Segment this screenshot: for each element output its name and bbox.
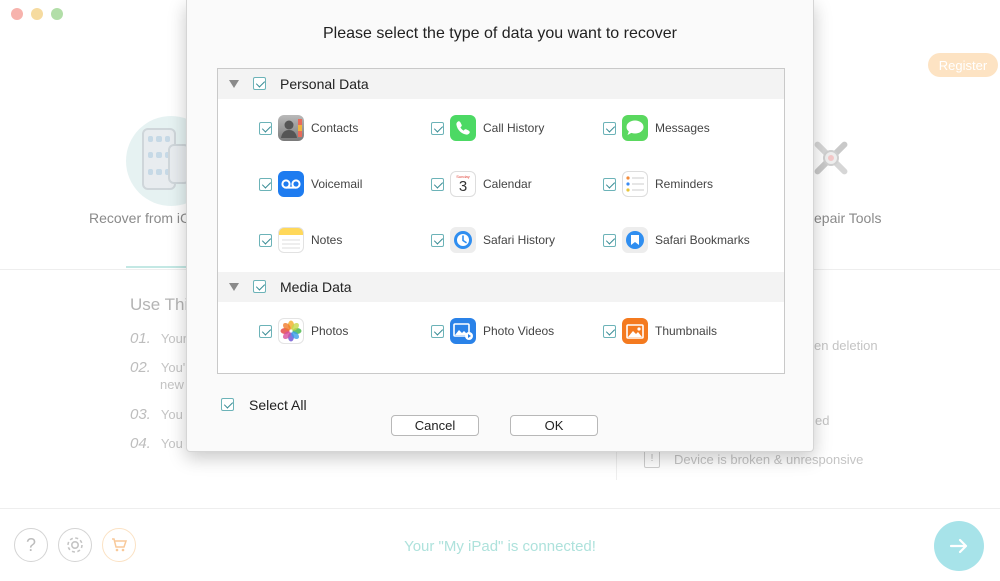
voicemail-icon <box>278 171 304 197</box>
calendar-checkbox[interactable] <box>431 178 444 191</box>
option-safari-bookmarks[interactable]: Safari Bookmarks <box>603 227 773 255</box>
scenario-item: en deletion <box>814 338 878 353</box>
media-data-checkbox[interactable] <box>253 280 266 293</box>
section-header-media-data: Media Data <box>218 272 784 302</box>
reminders-icon <box>622 171 648 197</box>
recover-from-icloud-label: Recover from iC <box>89 210 191 226</box>
ok-button[interactable]: OK <box>510 415 598 436</box>
data-type-list: Personal Data Contacts Call History Mess… <box>217 68 785 374</box>
personal-data-checkbox[interactable] <box>253 77 266 90</box>
messages-checkbox[interactable] <box>603 122 616 135</box>
phone-icon <box>450 115 476 141</box>
notes-checkbox[interactable] <box>259 234 272 247</box>
section-label: Media Data <box>280 279 352 295</box>
next-button[interactable] <box>934 521 984 571</box>
register-button[interactable]: Register <box>928 53 998 77</box>
scenario-item: Device is broken & unresponsive <box>674 452 864 467</box>
select-all-checkbox[interactable] <box>221 398 234 411</box>
footer-divider <box>0 508 1000 509</box>
dialog-title: Please select the type of data you want … <box>323 25 677 42</box>
calendar-icon: Sunday 3 <box>450 171 476 197</box>
notes-icon <box>278 227 304 253</box>
option-call-history[interactable]: Call History <box>431 115 601 143</box>
option-thumbnails[interactable]: Thumbnails <box>603 318 773 346</box>
option-photo-videos[interactable]: Photo Videos <box>431 318 601 346</box>
photos-icon <box>278 318 304 344</box>
option-photos[interactable]: Photos <box>259 318 429 346</box>
call-history-checkbox[interactable] <box>431 122 444 135</box>
repair-tools-label[interactable]: epair Tools <box>814 210 881 226</box>
zoom-window-button[interactable] <box>51 8 63 20</box>
message-bubble-icon <box>622 115 648 141</box>
option-messages[interactable]: Messages <box>603 115 773 143</box>
disclosure-triangle-icon[interactable] <box>229 80 239 88</box>
broken-device-icon: ! <box>644 450 660 468</box>
arrow-right-icon <box>949 538 968 554</box>
safari-bookmarks-checkbox[interactable] <box>603 234 616 247</box>
close-window-button[interactable] <box>11 8 23 20</box>
scenario-item: ed <box>815 413 830 428</box>
contacts-checkbox[interactable] <box>259 122 272 135</box>
minimize-window-button[interactable] <box>31 8 43 20</box>
thumbnails-icon <box>622 318 648 344</box>
photos-checkbox[interactable] <box>259 325 272 338</box>
calendar-day-number: 3 <box>458 178 468 195</box>
step-item-continued: new <box>160 377 184 392</box>
safari-history-checkbox[interactable] <box>431 234 444 247</box>
option-contacts[interactable]: Contacts <box>259 115 429 143</box>
section-label: Personal Data <box>280 76 369 92</box>
reminders-checkbox[interactable] <box>603 178 616 191</box>
step-item: 03. You c <box>130 406 193 423</box>
option-notes[interactable]: Notes <box>259 227 429 255</box>
safari-bookmarks-icon <box>622 227 648 253</box>
active-tab-indicator <box>126 266 186 268</box>
voicemail-checkbox[interactable] <box>259 178 272 191</box>
photo-videos-checkbox[interactable] <box>431 325 444 338</box>
step-item: 02. You' <box>130 359 186 376</box>
data-type-selection-dialog: Please select the type of data you want … <box>186 0 814 452</box>
step-item: 01. Your <box>130 330 188 347</box>
select-all-label[interactable]: Select All <box>249 397 307 413</box>
option-reminders[interactable]: Reminders <box>603 171 773 199</box>
option-calendar[interactable]: Sunday 3 Calendar <box>431 171 601 199</box>
device-connected-status: Your "My iPad" is connected! <box>404 538 596 555</box>
disclosure-triangle-icon[interactable] <box>229 283 239 291</box>
thumbnails-checkbox[interactable] <box>603 325 616 338</box>
cancel-button[interactable]: Cancel <box>391 415 479 436</box>
photo-videos-icon <box>450 318 476 344</box>
contacts-icon <box>278 115 304 141</box>
option-voicemail[interactable]: Voicemail <box>259 171 429 199</box>
option-safari-history[interactable]: Safari History <box>431 227 601 255</box>
window-controls <box>11 8 63 20</box>
section-header-personal-data: Personal Data <box>218 69 784 99</box>
use-this-mode-title: Use Thi <box>130 295 189 314</box>
safari-history-icon <box>450 227 476 253</box>
step-item: 04. You c <box>130 435 193 452</box>
